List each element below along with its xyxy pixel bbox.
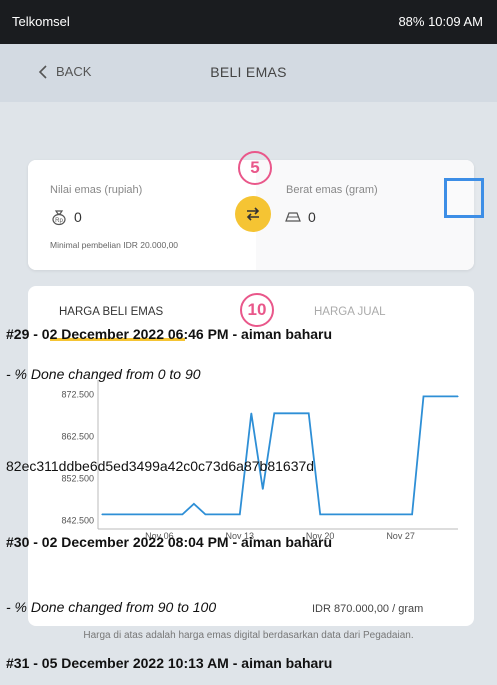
price-point: [434, 395, 436, 398]
y-tick-label: 842.500: [61, 516, 94, 526]
history-change-30: - % Done changed from 90 to 100: [6, 599, 217, 615]
price-point: [112, 513, 115, 515]
price-point: [101, 513, 103, 515]
price-point: [319, 513, 321, 515]
price-point: [296, 412, 298, 414]
price-point: [262, 488, 264, 490]
y-tick-label: 852.500: [61, 474, 94, 484]
history-change-29: - % Done changed from 0 to 90: [6, 366, 201, 382]
y-tick-label: 862.500: [61, 431, 94, 441]
price-point: [354, 513, 356, 515]
price-point: [239, 513, 241, 515]
price-point: [216, 513, 218, 515]
price-point: [273, 412, 275, 414]
gold-price-chart: 842.500852.500862.500872.500Nov 06 Nov 13…: [61, 380, 459, 541]
price-point: [365, 513, 367, 515]
price-point: [181, 513, 183, 515]
price-series-line: [102, 395, 458, 516]
y-tick-label: 872.500: [61, 389, 94, 399]
commit-hash: 82ec311ddbe6d5ed3499a42c0c73d6a87b81637d: [6, 458, 315, 474]
price-point: [285, 412, 287, 414]
price-point: [399, 513, 402, 515]
history-entry-29: #29 - 02 December 2022 06:46 PM - aiman …: [6, 326, 333, 342]
price-point: [308, 412, 310, 414]
history-entry-31: #31 - 05 December 2022 10:13 AM - aiman …: [6, 655, 333, 671]
price-point: [227, 513, 229, 515]
price-point: [193, 503, 195, 505]
price-point: [377, 513, 379, 515]
price-point: [342, 513, 344, 515]
price-point: [170, 513, 172, 515]
price-point: [331, 513, 333, 515]
price-point: [204, 513, 206, 515]
price-point: [422, 395, 425, 398]
price-point: [135, 513, 138, 515]
price-footnote: Harga di atas adalah harga emas digital …: [83, 630, 414, 641]
price-point: [411, 513, 413, 515]
x-tick-label: Nov 27: [386, 531, 415, 541]
current-price: IDR 870.000,00 / gram: [312, 603, 424, 615]
price-point: [250, 412, 252, 414]
price-point: [457, 395, 459, 398]
price-point: [388, 513, 390, 515]
price-point: [158, 513, 161, 515]
history-entry-30: #30 - 02 December 2022 08:04 PM - aiman …: [6, 534, 333, 550]
price-point: [147, 513, 149, 515]
price-point: [445, 395, 448, 398]
price-point: [124, 513, 126, 515]
